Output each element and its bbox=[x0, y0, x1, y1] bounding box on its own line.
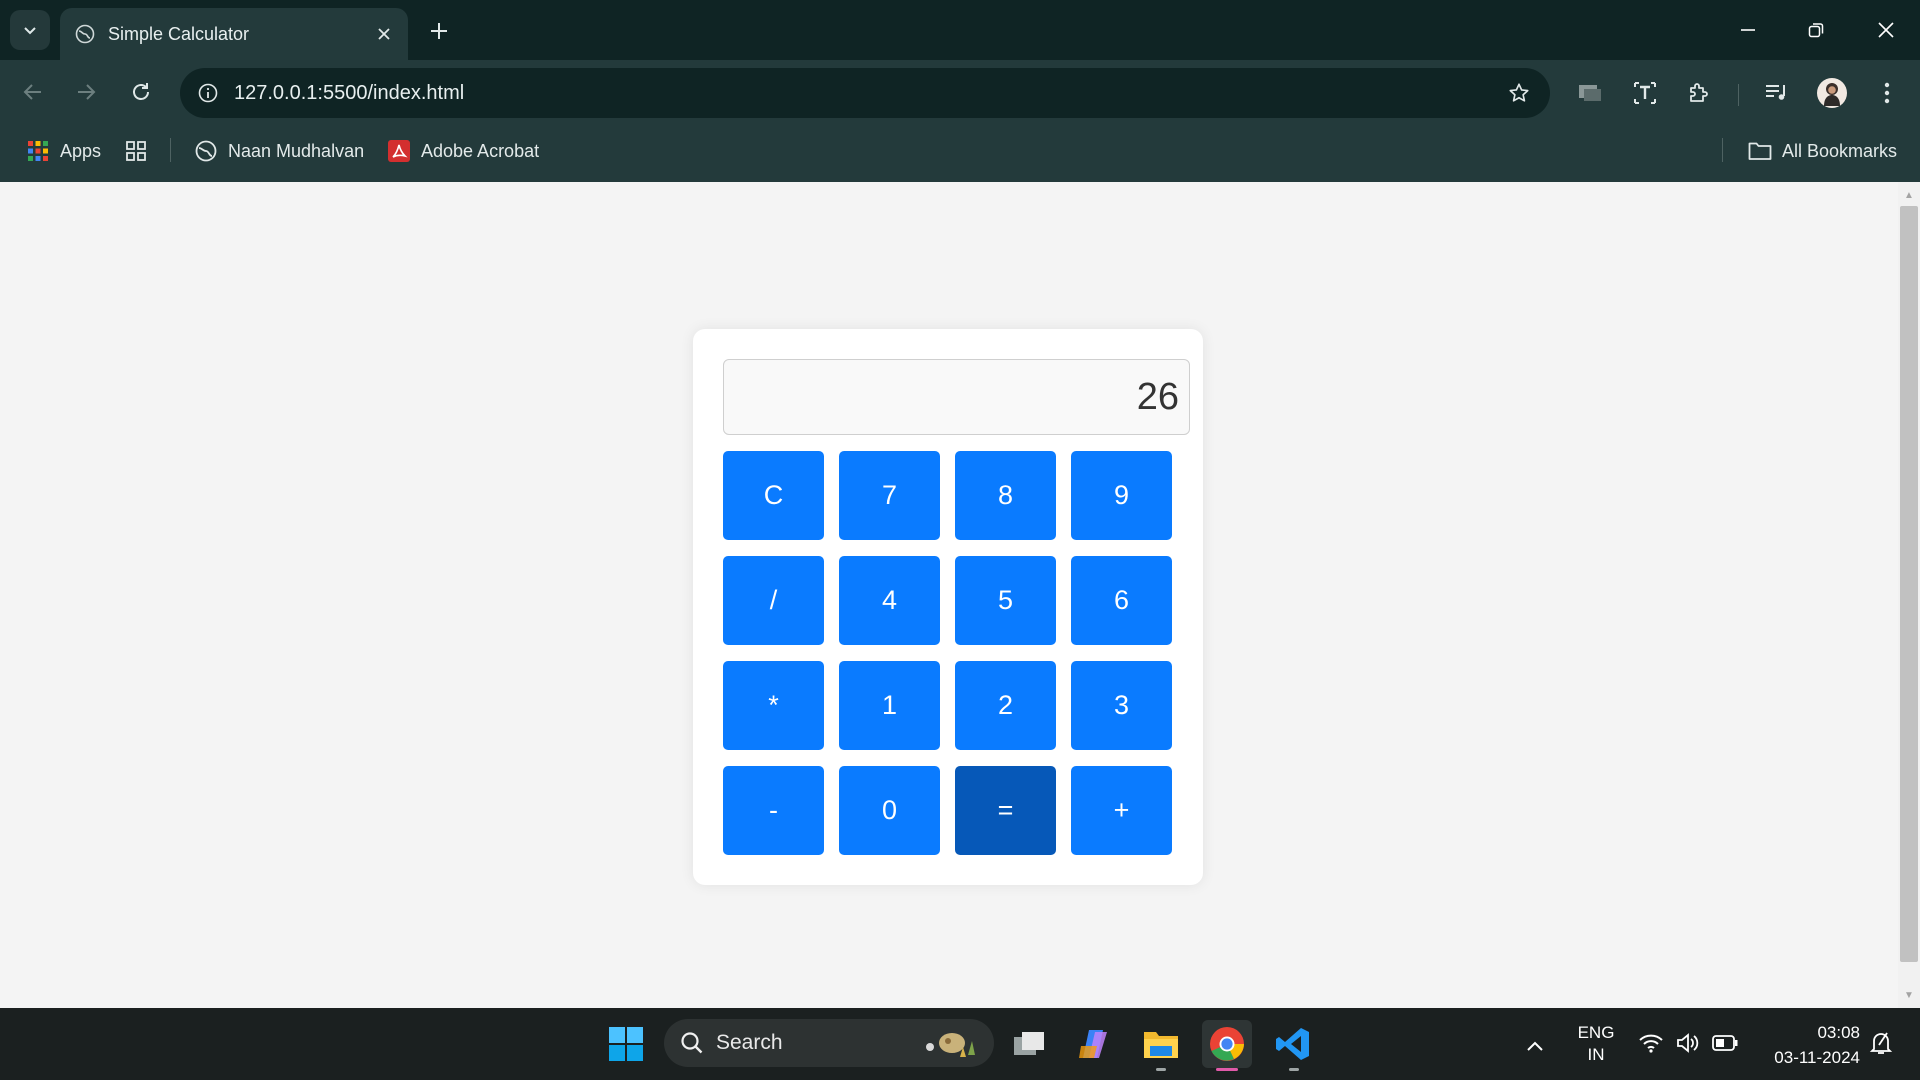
close-window-button[interactable] bbox=[1852, 0, 1920, 60]
key-subtract[interactable]: - bbox=[723, 766, 824, 855]
clock[interactable]: 03:08 03-11-2024 bbox=[1752, 1020, 1860, 1070]
scroll-down-arrow[interactable]: ▼ bbox=[1900, 986, 1918, 1004]
globe-icon bbox=[194, 139, 218, 163]
task-view-icon[interactable] bbox=[1005, 1020, 1055, 1068]
scrollbar-thumb[interactable] bbox=[1900, 206, 1918, 962]
key-multiply[interactable]: * bbox=[723, 661, 824, 750]
key-8[interactable]: 8 bbox=[955, 451, 1056, 540]
folder-icon bbox=[1748, 139, 1772, 163]
active-app-indicator bbox=[1216, 1068, 1238, 1071]
vscode-icon[interactable] bbox=[1268, 1020, 1318, 1068]
new-tab-button[interactable] bbox=[422, 14, 456, 48]
display-value: 26 bbox=[1136, 375, 1179, 418]
bookmarks-divider bbox=[170, 138, 171, 162]
address-bar[interactable]: 127.0.0.1:5500/index.html bbox=[180, 68, 1550, 118]
forward-button[interactable] bbox=[68, 74, 104, 110]
key-divide[interactable]: / bbox=[723, 556, 824, 645]
tab-groups-icon bbox=[124, 139, 148, 163]
clock-date: 03-11-2024 bbox=[1774, 1048, 1860, 1067]
tab-active[interactable]: Simple Calculator bbox=[60, 8, 408, 60]
system-tray-status[interactable] bbox=[1638, 1032, 1738, 1054]
minimize-button[interactable] bbox=[1714, 0, 1782, 60]
all-bookmarks-label: All Bookmarks bbox=[1782, 140, 1898, 161]
start-button[interactable] bbox=[601, 1020, 651, 1068]
profile-avatar[interactable] bbox=[1815, 76, 1849, 110]
tab-search-button[interactable] bbox=[10, 10, 50, 50]
text-extension-icon[interactable] bbox=[1628, 76, 1662, 110]
search-icon bbox=[680, 1031, 704, 1055]
restore-button[interactable] bbox=[1782, 0, 1850, 60]
running-indicator bbox=[1289, 1068, 1299, 1071]
chevron-down-icon bbox=[24, 27, 36, 35]
acrobat-icon bbox=[387, 139, 411, 163]
close-tab-icon[interactable] bbox=[370, 20, 398, 48]
copilot-icon[interactable] bbox=[1070, 1020, 1120, 1068]
all-bookmarks-button[interactable]: All Bookmarks bbox=[1748, 134, 1897, 168]
key-4[interactable]: 4 bbox=[839, 556, 940, 645]
apps-grid-icon bbox=[26, 139, 50, 163]
show-hidden-icons-chevron-up-icon[interactable] bbox=[1526, 1040, 1544, 1052]
toolbar-divider bbox=[1738, 84, 1739, 106]
language-bottom: IN bbox=[1587, 1045, 1605, 1064]
scroll-up-arrow[interactable]: ▲ bbox=[1900, 186, 1918, 204]
language-top: ENG bbox=[1577, 1023, 1615, 1042]
key-0[interactable]: 0 bbox=[839, 766, 940, 855]
bookmark-adobe-acrobat[interactable]: Adobe Acrobat bbox=[387, 134, 539, 168]
bookmark-apps[interactable]: Apps bbox=[26, 134, 101, 168]
reload-button[interactable] bbox=[123, 74, 159, 110]
site-info-icon[interactable] bbox=[194, 79, 222, 107]
back-button[interactable] bbox=[15, 74, 51, 110]
key-equals[interactable]: = bbox=[955, 766, 1056, 855]
key-9[interactable]: 9 bbox=[1071, 451, 1172, 540]
search-label: Search bbox=[716, 1031, 783, 1054]
forward-arrow-icon bbox=[78, 84, 96, 100]
bookmark-star-icon[interactable] bbox=[1504, 78, 1534, 108]
key-2[interactable]: 2 bbox=[955, 661, 1056, 750]
calculator-display: 26 bbox=[723, 359, 1190, 435]
url-text[interactable]: 127.0.0.1:5500/index.html bbox=[234, 82, 1504, 105]
key-clear[interactable]: C bbox=[723, 451, 824, 540]
search-highlight-icon bbox=[920, 1023, 984, 1063]
restore-icon bbox=[1808, 23, 1824, 38]
tab-groups-button[interactable] bbox=[124, 134, 158, 168]
key-1[interactable]: 1 bbox=[839, 661, 940, 750]
bookmark-naan-mudhalvan[interactable]: Naan Mudhalvan bbox=[194, 134, 364, 168]
clock-time: 03:08 bbox=[1817, 1023, 1860, 1042]
bookmark-label: Adobe Acrobat bbox=[421, 140, 540, 161]
menu-kebab-icon[interactable] bbox=[1870, 76, 1904, 110]
notifications-bell-icon[interactable] bbox=[1868, 1030, 1894, 1056]
running-indicator bbox=[1156, 1068, 1166, 1071]
bookmark-label: Naan Mudhalvan bbox=[228, 140, 365, 161]
apps-label: Apps bbox=[60, 140, 102, 161]
key-6[interactable]: 6 bbox=[1071, 556, 1172, 645]
volume-icon bbox=[1677, 1033, 1699, 1053]
extensions-puzzle-icon[interactable] bbox=[1682, 76, 1716, 110]
key-3[interactable]: 3 bbox=[1071, 661, 1172, 750]
tab-title: Simple Calculator bbox=[108, 23, 250, 44]
globe-icon bbox=[74, 23, 96, 45]
wifi-icon bbox=[1639, 1034, 1663, 1053]
close-icon bbox=[1878, 22, 1894, 38]
file-explorer-icon[interactable] bbox=[1136, 1020, 1186, 1068]
chrome-taskbar-icon[interactable] bbox=[1202, 1020, 1252, 1068]
windows-logo-icon bbox=[609, 1027, 643, 1061]
language-indicator[interactable]: ENG IN bbox=[1574, 1022, 1618, 1066]
taskbar-search[interactable]: Search bbox=[664, 1019, 994, 1067]
key-7[interactable]: 7 bbox=[839, 451, 940, 540]
key-5[interactable]: 5 bbox=[955, 556, 1056, 645]
minimize-icon bbox=[1741, 29, 1755, 31]
cast-extension-icon[interactable] bbox=[1573, 76, 1607, 110]
media-control-icon[interactable] bbox=[1760, 76, 1794, 110]
plus-icon bbox=[431, 23, 447, 39]
key-add[interactable]: + bbox=[1071, 766, 1172, 855]
bookmarks-divider bbox=[1722, 138, 1723, 162]
reload-icon bbox=[133, 83, 149, 100]
back-arrow-icon bbox=[23, 84, 41, 100]
battery-icon bbox=[1712, 1035, 1738, 1051]
